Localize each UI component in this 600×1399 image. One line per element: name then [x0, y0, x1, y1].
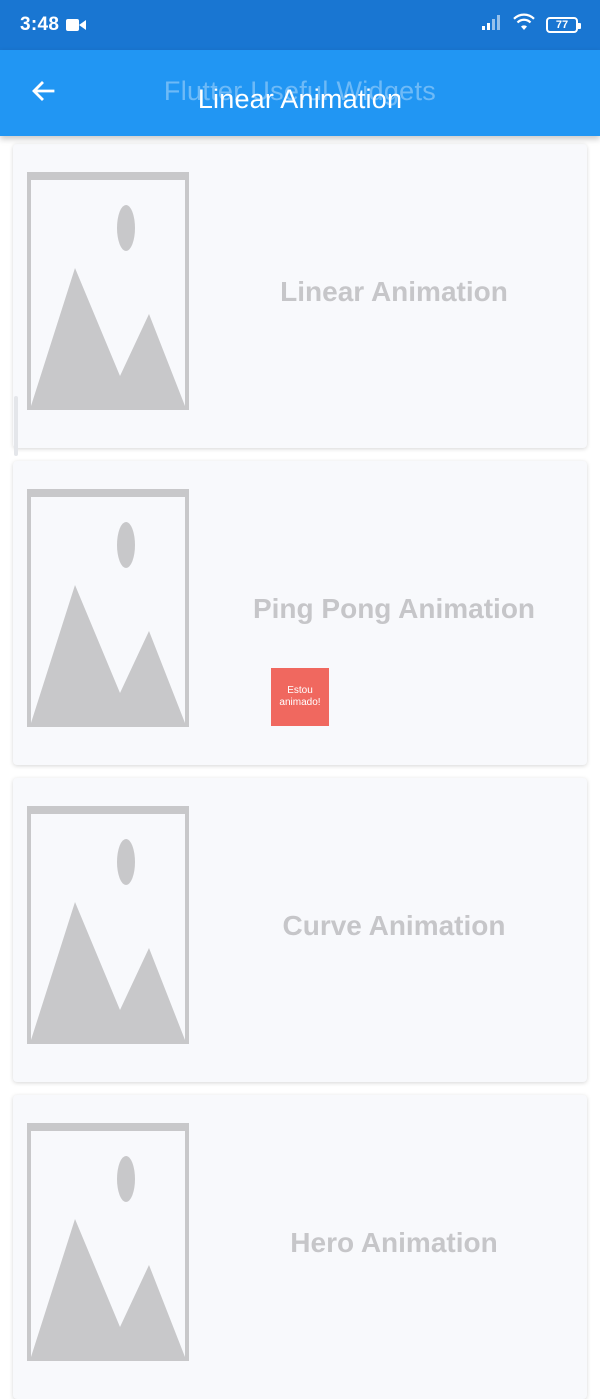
app-bar: Flutter Useful Widgets Linear Animation [0, 50, 600, 136]
image-placeholder-icon [27, 172, 189, 415]
card-label: Linear Animation [280, 276, 508, 307]
animated-box: Estou animado! [271, 668, 329, 726]
card-label: Hero Animation [290, 1227, 498, 1258]
battery-icon: 77 [546, 16, 581, 33]
scroll-indicator[interactable] [14, 396, 18, 456]
page-title: Linear Animation [197, 84, 403, 114]
card-label: Curve Animation [282, 910, 506, 941]
battery-level: 77 [555, 18, 569, 31]
signal-icon [482, 14, 502, 35]
status-bar: 3:48 77 [0, 0, 600, 50]
card-label: Ping Pong Animation [252, 593, 536, 624]
status-icons: 77 [482, 13, 581, 36]
card-list: Linear Animation Ping Pong Animation Cur… [0, 136, 600, 1399]
wifi-icon [512, 13, 536, 36]
image-placeholder-icon [27, 806, 189, 1049]
status-time: 3:48 [20, 14, 60, 35]
card-hero-animation[interactable]: Hero Animation [13, 1095, 587, 1399]
video-icon [66, 18, 86, 37]
card-linear-animation[interactable]: Linear Animation [13, 144, 587, 448]
image-placeholder-icon [27, 1123, 189, 1366]
card-curve-animation[interactable]: Curve Animation [13, 778, 587, 1082]
image-placeholder-icon [27, 489, 189, 732]
